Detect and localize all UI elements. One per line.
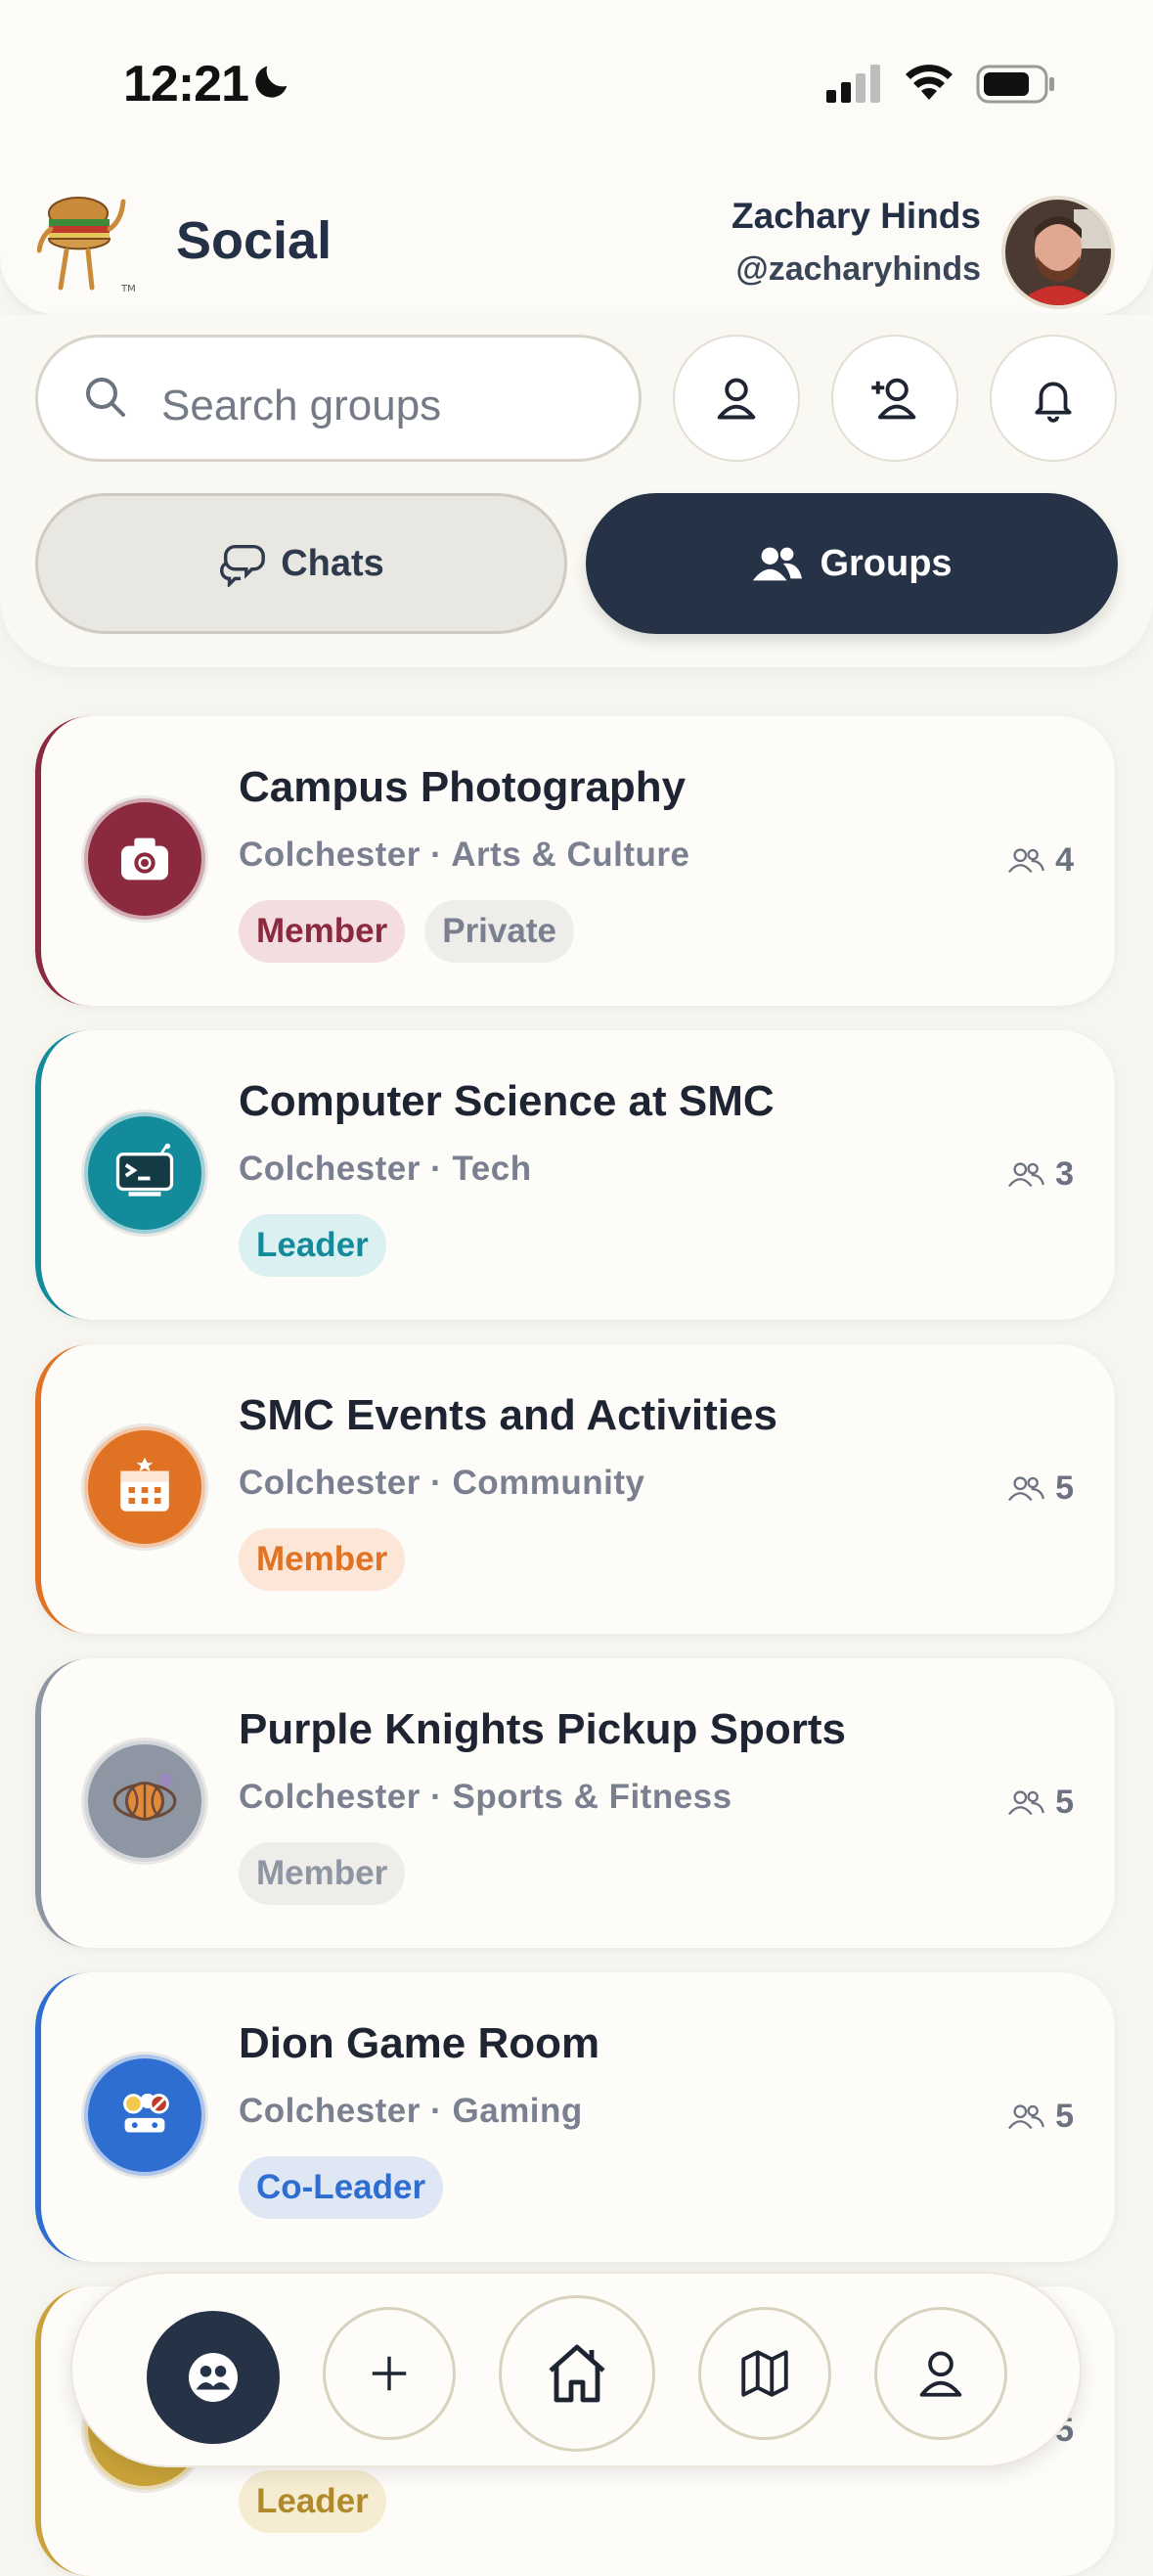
group-card[interactable]: Purple Knights Pickup Sports Colchester ·… (35, 1658, 1115, 1948)
group-badges: Leader (239, 2470, 386, 2533)
plus-icon (372, 2356, 407, 2391)
members-icon (1008, 1161, 1045, 1187)
game-pieces-icon (84, 2055, 205, 2176)
group-name: Purple Knights Pickup Sports (239, 1705, 846, 1753)
group-name: SMC Events and Activities (239, 1391, 777, 1439)
members-icon (1008, 2103, 1045, 2129)
mascot-logo: TM (37, 197, 135, 294)
role-badge: Leader (239, 1214, 386, 1277)
basketball-icon (84, 1740, 205, 1862)
wifi-icon (906, 65, 953, 100)
tab-groups-label: Groups (820, 542, 953, 584)
tab-chats-label: Chats (281, 542, 384, 584)
role-badge: Member (239, 1528, 406, 1591)
page-title: Social (176, 211, 333, 270)
role-badge: Member (239, 1842, 406, 1905)
group-card[interactable]: SMC Events and Activities Colchester · Co… (35, 1344, 1115, 1634)
group-badges: Member Private (239, 900, 574, 963)
add-person-icon (871, 378, 916, 420)
members-icon (1008, 847, 1045, 873)
user-handle: @zacharyhinds (735, 250, 981, 288)
group-location-category: Colchester · Tech (239, 1150, 532, 1188)
bottom-nav (70, 2272, 1082, 2467)
group-card[interactable]: Campus Photography Colchester · Arts & Cu… (35, 716, 1115, 1006)
role-badge: Leader (239, 2470, 386, 2533)
groups-icon (753, 547, 803, 581)
group-card[interactable]: Dion Game Room Colchester · Gaming Co-Lead… (35, 1972, 1115, 2262)
chat-bubbles-icon (220, 544, 266, 587)
group-badges: Member (239, 1842, 406, 1905)
member-count: 5 (1006, 1784, 1074, 1822)
bell-icon (1035, 382, 1072, 423)
user-name: Zachary Hinds (732, 196, 981, 236)
members-icon (1008, 1475, 1045, 1501)
battery-icon (976, 65, 1054, 104)
member-count-value: 5 (1055, 1784, 1074, 1821)
profile-button[interactable] (673, 335, 800, 462)
signal-icon (826, 65, 880, 103)
group-name: Computer Science at SMC (239, 1077, 775, 1125)
tab-groups[interactable]: Groups (586, 493, 1118, 634)
group-location-category: Colchester · Sports & Fitness (239, 1778, 732, 1816)
status-time: 12:21 (123, 56, 249, 113)
map-icon (741, 2350, 788, 2397)
add-friend-button[interactable] (831, 335, 958, 462)
member-count-value: 4 (1055, 841, 1074, 879)
person-icon (919, 2351, 962, 2397)
notifications-button[interactable] (990, 335, 1117, 462)
nav-map-button[interactable] (698, 2307, 831, 2440)
camera-icon (84, 798, 205, 920)
group-location-category: Colchester · Community (239, 1464, 645, 1502)
nav-create-button[interactable] (323, 2307, 456, 2440)
group-location-category: Colchester · Arts & Culture (239, 836, 690, 874)
nav-profile-button[interactable] (874, 2307, 1007, 2440)
group-badges: Leader (239, 1214, 386, 1277)
group-card[interactable]: Computer Science at SMC Colchester · Tech… (35, 1030, 1115, 1320)
member-count-value: 5 (1055, 1469, 1074, 1507)
social-icon (189, 2353, 238, 2402)
role-badge: Member (239, 900, 406, 963)
person-icon (717, 378, 756, 420)
role-badge: Private (424, 900, 574, 963)
role-badge: Co-Leader (239, 2156, 444, 2219)
group-name: Campus Photography (239, 763, 687, 811)
member-count: 4 (1006, 841, 1074, 880)
group-badges: Member (239, 1528, 406, 1591)
group-badges: Co-Leader (239, 2156, 444, 2219)
member-count-value: 3 (1055, 1155, 1074, 1193)
tab-chats[interactable]: Chats (35, 493, 567, 634)
member-count: 5 (1006, 1469, 1074, 1508)
calendar-icon (84, 1426, 205, 1548)
nav-home-button[interactable] (499, 2295, 655, 2452)
group-name: Dion Game Room (239, 2019, 600, 2067)
home-icon (549, 2344, 605, 2403)
group-location-category: Colchester · Gaming (239, 2092, 583, 2130)
moon-icon (255, 66, 288, 98)
search-placeholder: Search groups (161, 382, 442, 429)
avatar-photo (1005, 200, 1111, 305)
member-count-value: 5 (1055, 2098, 1074, 2135)
search-icon (86, 378, 125, 417)
terminal-icon (84, 1112, 205, 1234)
members-icon (1008, 1789, 1045, 1815)
avatar[interactable] (1001, 196, 1115, 309)
svg-text:TM: TM (120, 284, 135, 294)
member-count: 3 (1006, 1155, 1074, 1194)
member-count: 5 (1006, 2098, 1074, 2136)
nav-social-button[interactable] (147, 2311, 280, 2444)
